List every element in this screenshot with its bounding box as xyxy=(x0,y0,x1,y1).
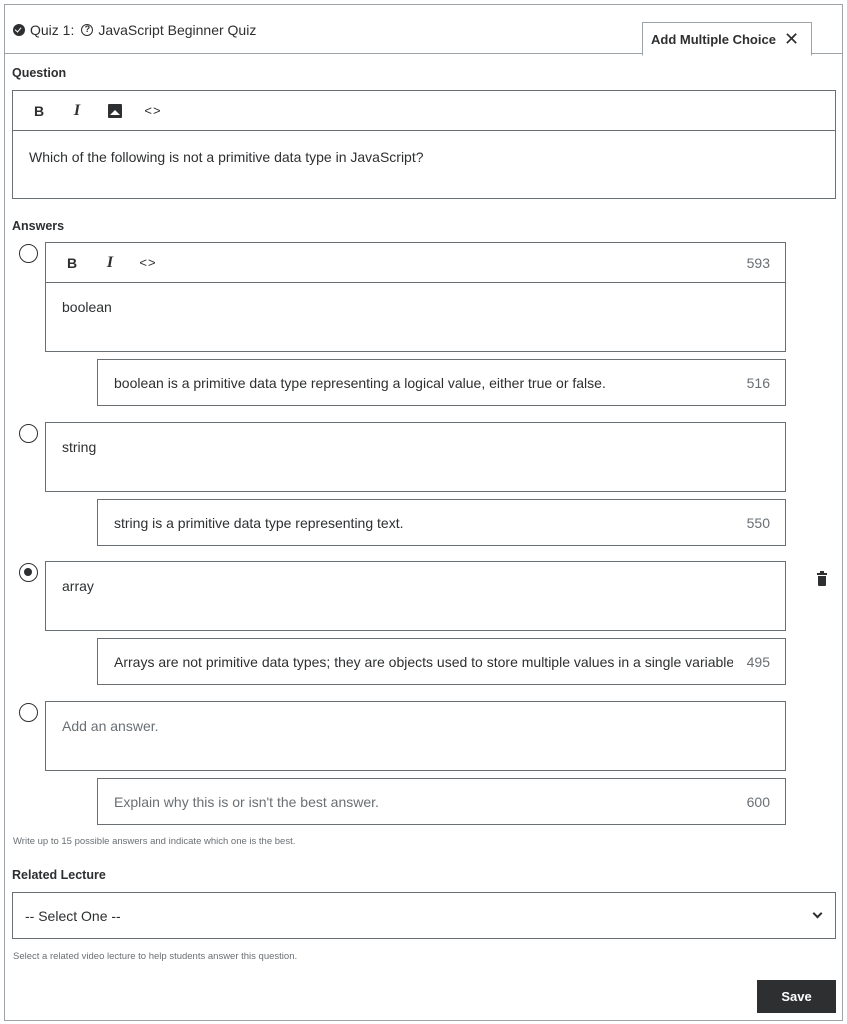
question-label: Question xyxy=(12,66,67,80)
quiz-number: Quiz 1: xyxy=(30,22,75,38)
answer-radio[interactable] xyxy=(19,244,38,263)
explanation-input[interactable]: Arrays are not primitive data types; the… xyxy=(97,638,786,685)
answer-text-input[interactable]: string xyxy=(46,423,785,491)
char-counter: 600 xyxy=(746,793,770,810)
answer-editor[interactable]: string xyxy=(45,422,786,492)
insert-image-button[interactable] xyxy=(103,99,127,123)
answers-hint: Write up to 15 possible answers and indi… xyxy=(13,836,296,847)
answer-text-input[interactable]: array xyxy=(46,562,785,630)
explanation-placeholder: Explain why this is or isn't the best an… xyxy=(114,793,379,810)
chevron-down-icon xyxy=(812,908,823,919)
italic-button[interactable]: I xyxy=(98,251,122,275)
answers-label: Answers xyxy=(12,219,65,233)
question-text-input[interactable]: Which of the following is not a primitiv… xyxy=(13,131,835,183)
image-icon xyxy=(108,103,122,118)
answer-editor[interactable]: array xyxy=(45,561,786,631)
answer-radio-selected[interactable] xyxy=(19,563,38,582)
char-counter: 495 xyxy=(746,653,770,670)
answer-text-input[interactable]: Add an answer. xyxy=(46,702,785,770)
quiz-question-panel: Quiz 1: ? JavaScript Beginner Quiz Add M… xyxy=(4,4,843,1021)
answer-radio[interactable] xyxy=(19,424,38,443)
answer-radio[interactable] xyxy=(19,703,38,722)
char-counter: 516 xyxy=(746,374,770,391)
explanation-text: string is a primitive data type represen… xyxy=(114,514,404,531)
save-button[interactable]: Save xyxy=(757,980,836,1013)
related-lecture-label: Related Lecture xyxy=(12,868,106,882)
question-toolbar: B I <> xyxy=(13,91,835,131)
tab-label: Add Multiple Choice xyxy=(651,31,776,47)
bold-button[interactable]: B xyxy=(60,251,84,275)
quiz-title: Quiz 1: ? JavaScript Beginner Quiz xyxy=(13,22,256,38)
panel-header: Quiz 1: ? JavaScript Beginner Quiz Add M… xyxy=(5,5,842,56)
select-value: -- Select One -- xyxy=(25,907,121,924)
check-circle-icon xyxy=(13,24,25,36)
related-lecture-hint: Select a related video lecture to help s… xyxy=(13,951,298,962)
char-counter: 593 xyxy=(746,255,770,271)
explanation-input[interactable]: Explain why this is or isn't the best an… xyxy=(97,778,786,825)
trash-icon[interactable] xyxy=(817,571,827,586)
bold-button[interactable]: B xyxy=(27,99,51,123)
italic-button[interactable]: I xyxy=(65,99,89,123)
quiz-name: JavaScript Beginner Quiz xyxy=(98,22,257,38)
tab-add-multiple-choice[interactable]: Add Multiple Choice ✕ xyxy=(642,22,812,56)
code-button[interactable]: <> xyxy=(136,251,160,275)
close-icon[interactable]: ✕ xyxy=(784,30,799,48)
related-lecture-select[interactable]: -- Select One -- xyxy=(12,892,836,939)
question-circle-icon: ? xyxy=(81,24,94,36)
answer-editor[interactable]: Add an answer. xyxy=(45,701,786,771)
explanation-text: Arrays are not primitive data types; the… xyxy=(114,653,733,670)
answer-toolbar: B I <> 593 xyxy=(46,243,785,283)
char-counter: 550 xyxy=(746,514,770,531)
answer-text-input[interactable]: boolean xyxy=(46,283,785,351)
explanation-input[interactable]: string is a primitive data type represen… xyxy=(97,499,786,546)
explanation-text: boolean is a primitive data type represe… xyxy=(114,374,606,391)
code-button[interactable]: <> xyxy=(141,99,165,123)
question-editor[interactable]: B I <> Which of the following is not a p… xyxy=(12,90,836,199)
answer-editor[interactable]: B I <> 593 boolean xyxy=(45,242,786,352)
explanation-input[interactable]: boolean is a primitive data type represe… xyxy=(97,359,786,406)
